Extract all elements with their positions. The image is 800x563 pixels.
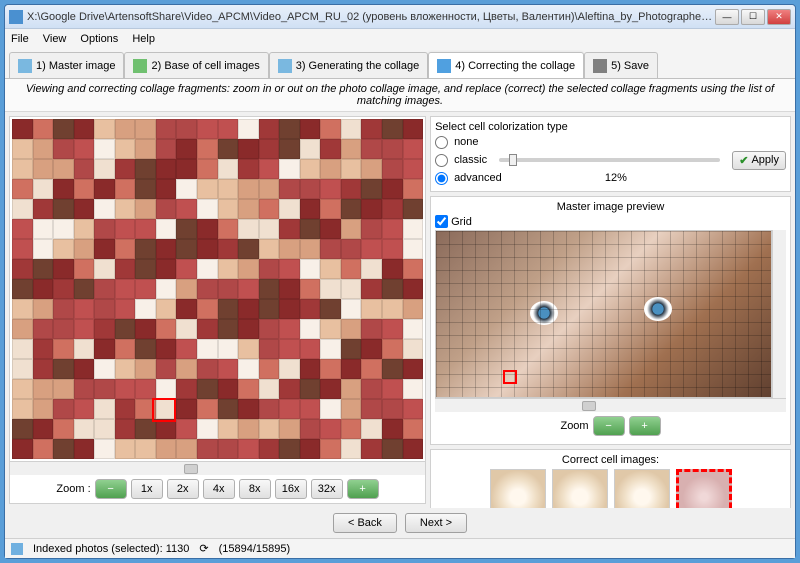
preview-zoom-row: Zoom − + <box>435 412 786 440</box>
tab-generating[interactable]: 3) Generating the collage <box>269 52 429 78</box>
zoom-32x-button[interactable]: 32x <box>311 479 343 499</box>
window-title: X:\Google Drive\ArtensoftShare\Video_APC… <box>27 11 715 23</box>
zoom-row: Zoom : − 1x 2x 4x 8x 16x 32x + <box>10 475 425 503</box>
candidate-cell-2[interactable] <box>552 469 608 508</box>
tab-label: 5) Save <box>611 60 649 72</box>
tab-correcting[interactable]: 4) Correcting the collage <box>428 52 584 78</box>
candidate-cell-3[interactable] <box>614 469 670 508</box>
radio-classic[interactable] <box>435 154 448 167</box>
preview-panel: Master image preview Grid Zoom − + <box>430 196 791 445</box>
back-button[interactable]: < Back <box>333 513 397 533</box>
selected-cell-marker <box>152 398 176 422</box>
close-button[interactable]: ✕ <box>767 9 791 25</box>
candidate-cell-4-selected[interactable] <box>676 469 732 508</box>
radio-none[interactable] <box>435 136 448 149</box>
instruction-text: Viewing and correcting collage fragments… <box>5 79 795 112</box>
preview-title: Master image preview <box>435 201 786 213</box>
image-icon <box>18 59 32 73</box>
app-icon <box>9 10 23 24</box>
colorization-panel: Select cell colorization type none class… <box>430 116 791 192</box>
nav-row: < Back Next > <box>5 508 795 538</box>
status-indexed: Indexed photos (selected): 1130 <box>33 543 189 555</box>
statusbar: Indexed photos (selected): 1130 ⟳ (15894… <box>5 538 795 558</box>
radio-classic-label: classic <box>454 154 487 166</box>
colorize-slider[interactable] <box>499 158 720 162</box>
content-area: Zoom : − 1x 2x 4x 8x 16x 32x + Select ce… <box>5 112 795 508</box>
tab-label: 1) Master image <box>36 60 115 72</box>
zoom-4x-button[interactable]: 4x <box>203 479 235 499</box>
spinner-icon: ⟳ <box>199 542 208 555</box>
scrollbar-thumb[interactable] <box>582 401 596 411</box>
save-icon <box>593 59 607 73</box>
grid-label: Grid <box>451 216 472 228</box>
app-window: X:\Google Drive\ArtensoftShare\Video_APC… <box>4 4 796 559</box>
apply-button[interactable]: ✔Apply <box>732 151 786 170</box>
zoom-in-button[interactable]: + <box>347 479 379 499</box>
colorize-title: Select cell colorization type <box>435 121 786 133</box>
master-preview[interactable] <box>435 230 772 398</box>
tab-label: 3) Generating the collage <box>296 60 420 72</box>
tab-label: 2) Base of cell images <box>151 60 259 72</box>
preview-zoom-label: Zoom <box>560 420 588 432</box>
zoom-out-button[interactable]: − <box>95 479 127 499</box>
right-column: Select cell colorization type none class… <box>430 116 791 504</box>
status-progress: (15894/15895) <box>219 543 291 555</box>
collage-mosaic[interactable] <box>12 119 423 459</box>
colorize-percent: 12% <box>508 172 724 184</box>
tab-label: 4) Correcting the collage <box>455 60 575 72</box>
preview-vscrollbar[interactable] <box>772 230 786 398</box>
preview-selected-cell <box>503 370 517 384</box>
wand-icon <box>278 59 292 73</box>
zoom-1x-button[interactable]: 1x <box>131 479 163 499</box>
candidate-cell-1[interactable] <box>490 469 546 508</box>
menu-view[interactable]: View <box>43 33 67 45</box>
apply-label: Apply <box>751 154 779 166</box>
grid-icon <box>133 59 147 73</box>
grid-overlay <box>436 231 771 397</box>
cube-icon <box>437 59 451 73</box>
zoom-label: Zoom : <box>56 483 90 495</box>
maximize-button[interactable]: ☐ <box>741 9 765 25</box>
tab-master-image[interactable]: 1) Master image <box>9 52 124 78</box>
photos-icon <box>11 543 23 555</box>
next-button[interactable]: Next > <box>405 513 467 533</box>
radio-none-label: none <box>454 136 478 148</box>
tabbar: 1) Master image 2) Base of cell images 3… <box>5 49 795 79</box>
collage-panel: Zoom : − 1x 2x 4x 8x 16x 32x + <box>9 116 426 504</box>
menu-file[interactable]: File <box>11 33 29 45</box>
check-icon: ✔ <box>739 154 748 167</box>
zoom-2x-button[interactable]: 2x <box>167 479 199 499</box>
menu-help[interactable]: Help <box>132 33 155 45</box>
radio-advanced[interactable] <box>435 172 448 185</box>
tab-base-cells[interactable]: 2) Base of cell images <box>124 52 268 78</box>
scrollbar-thumb[interactable] <box>184 464 198 474</box>
slider-knob[interactable] <box>509 154 517 166</box>
preview-zoom-out-button[interactable]: − <box>593 416 625 436</box>
minimize-button[interactable]: — <box>715 9 739 25</box>
collage-hscrollbar[interactable] <box>10 461 425 475</box>
preview-hscrollbar[interactable] <box>435 398 786 412</box>
correct-panel: Correct cell images: <box>430 449 791 508</box>
menubar: File View Options Help <box>5 29 795 49</box>
grid-checkbox[interactable] <box>435 215 448 228</box>
preview-zoom-in-button[interactable]: + <box>629 416 661 436</box>
titlebar: X:\Google Drive\ArtensoftShare\Video_APC… <box>5 5 795 29</box>
correct-title: Correct cell images: <box>435 454 786 466</box>
radio-advanced-label: advanced <box>454 172 502 184</box>
zoom-16x-button[interactable]: 16x <box>275 479 307 499</box>
menu-options[interactable]: Options <box>80 33 118 45</box>
zoom-8x-button[interactable]: 8x <box>239 479 271 499</box>
tab-save[interactable]: 5) Save <box>584 52 658 78</box>
